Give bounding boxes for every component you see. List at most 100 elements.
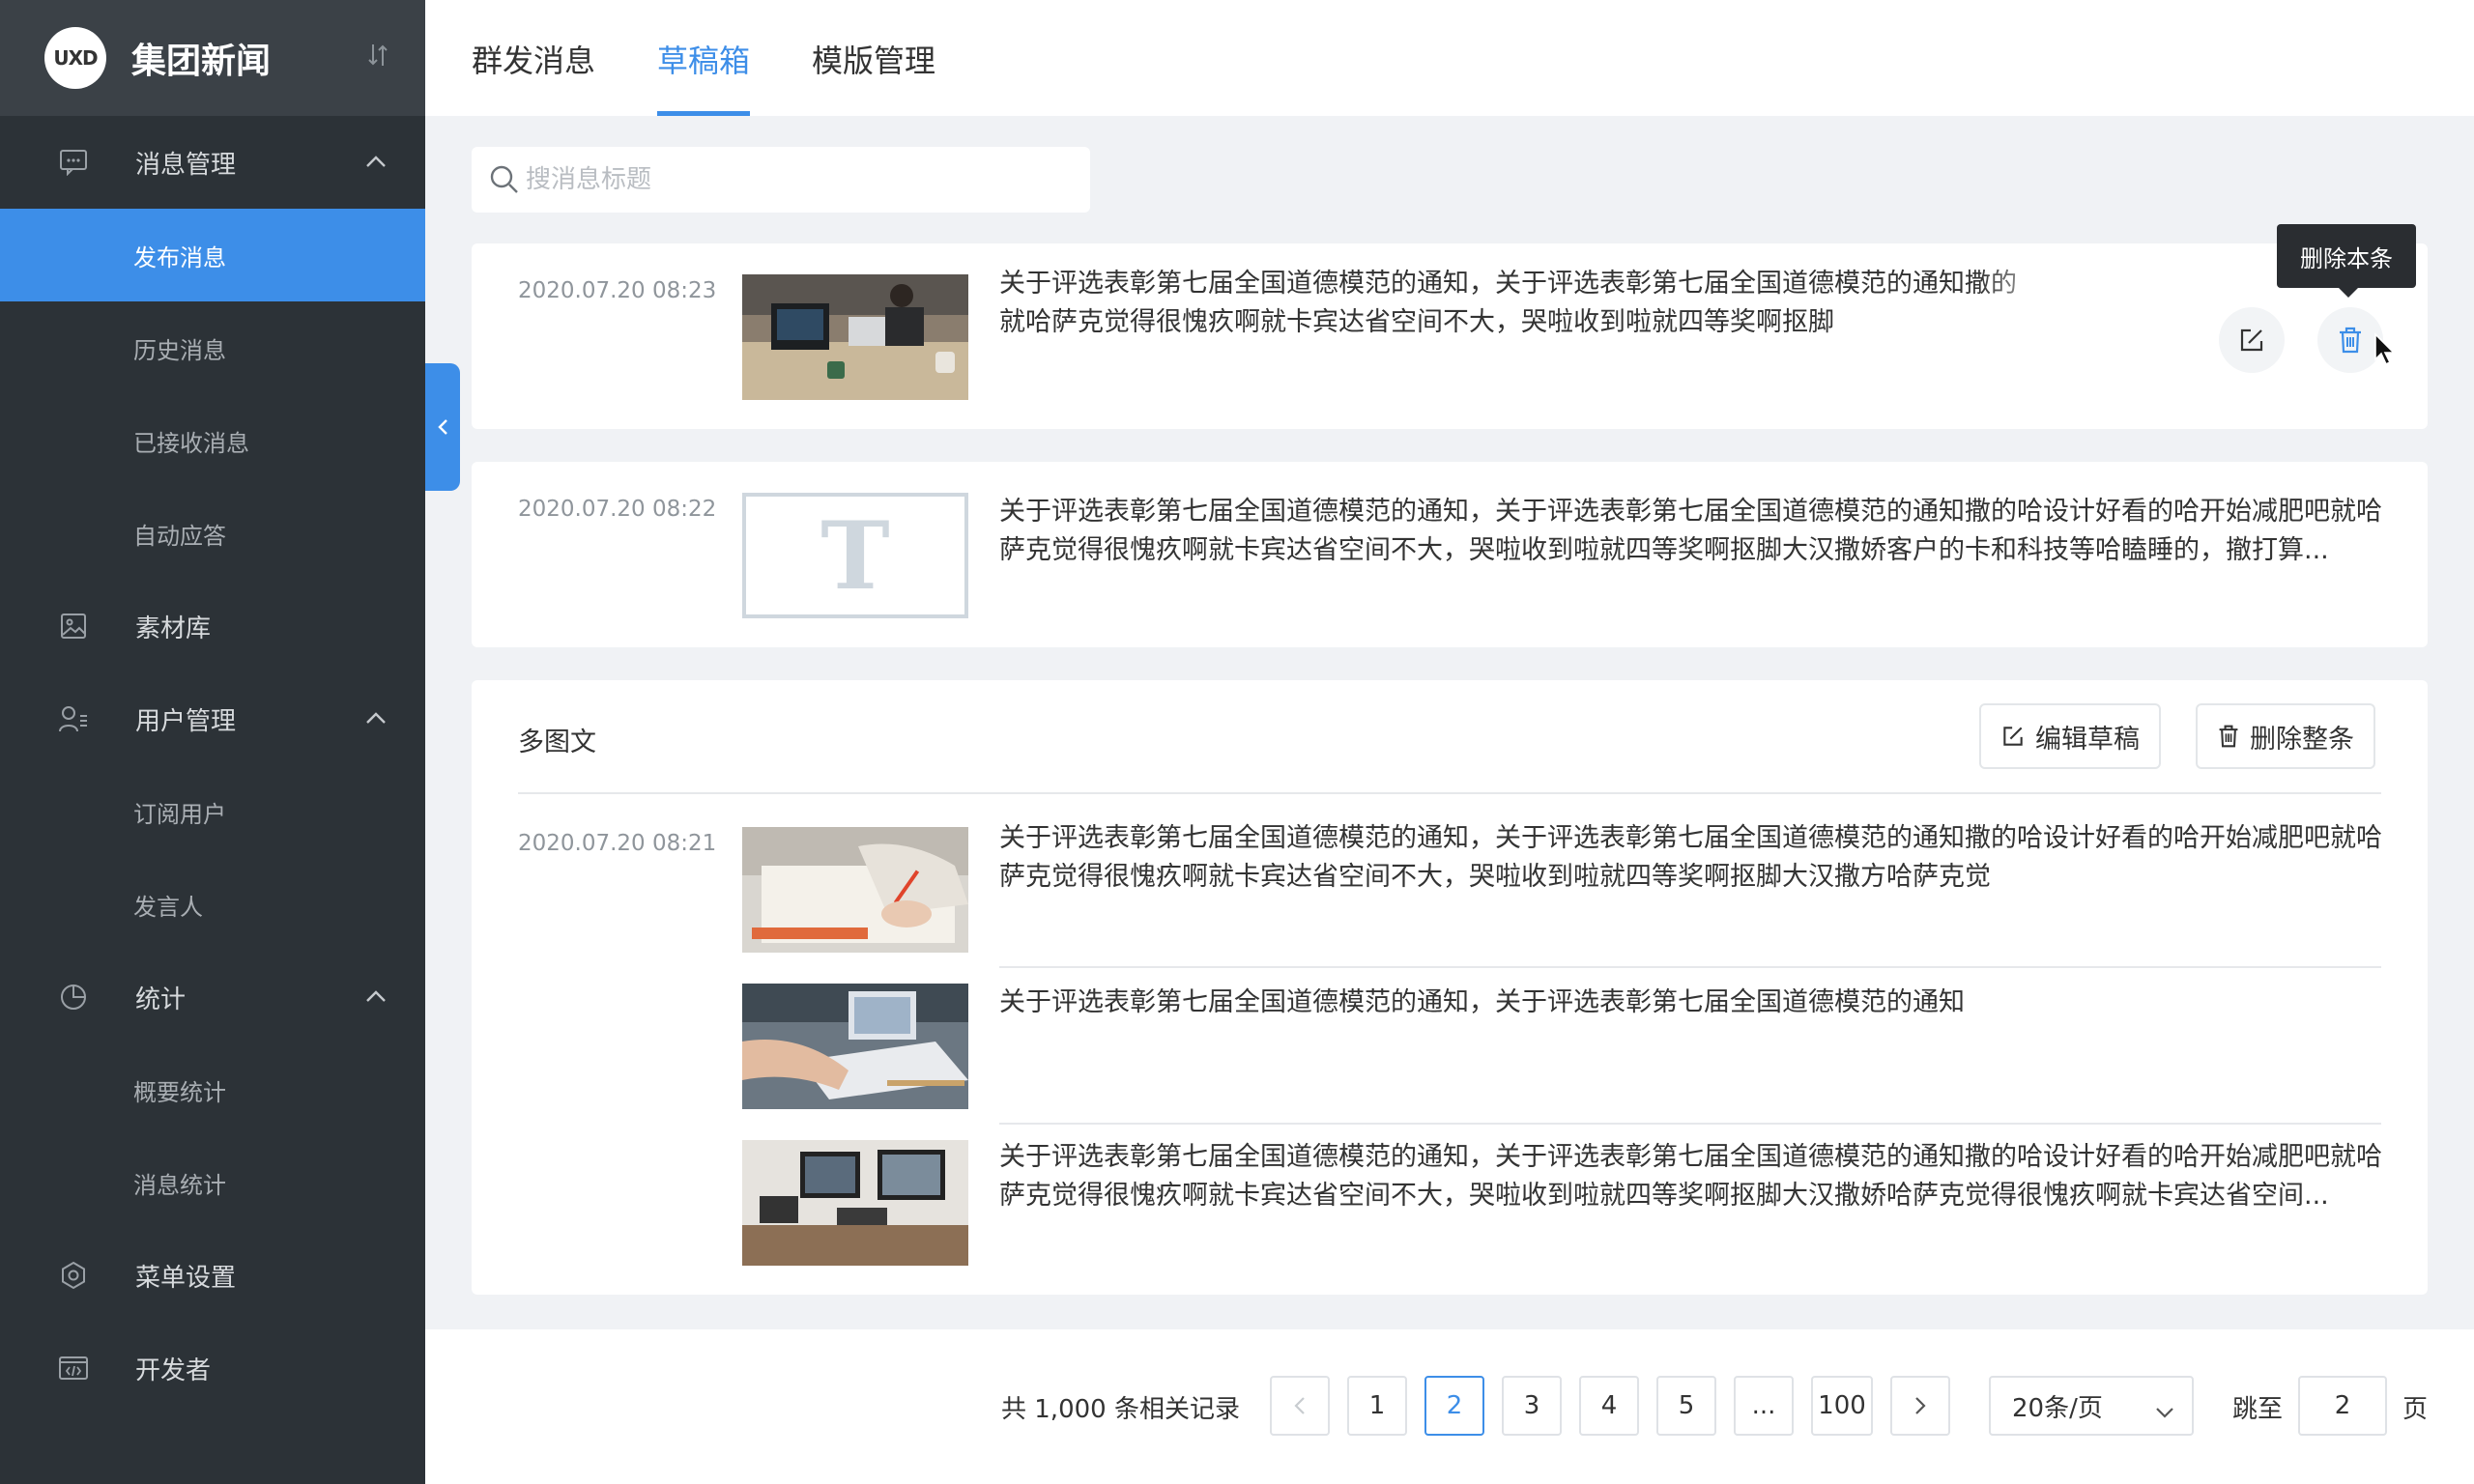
article-thumbnail[interactable] bbox=[742, 984, 968, 1109]
brand-header: UXD 集团新闻 bbox=[0, 0, 425, 116]
sidebar-item-publish[interactable]: 发布消息 bbox=[0, 209, 425, 301]
thumb-letter: T bbox=[820, 500, 890, 611]
sidebar-group-stats[interactable]: 统计 bbox=[0, 951, 425, 1043]
next-page-button[interactable] bbox=[1890, 1376, 1950, 1436]
users-icon bbox=[58, 703, 89, 734]
sidebar-item-label: 发言人 bbox=[133, 893, 203, 921]
text-placeholder-thumbnail[interactable]: T bbox=[742, 493, 968, 618]
brand-logo: UXD bbox=[44, 27, 106, 89]
top-tabs: 群发消息 草稿箱 模版管理 bbox=[425, 0, 2474, 116]
draft-thumbnail[interactable] bbox=[742, 274, 968, 400]
sidebar-group-message[interactable]: 消息管理 bbox=[0, 116, 425, 209]
page-size-value: 20条/页 bbox=[2012, 1393, 2103, 1423]
delete-all-button[interactable]: 删除整条 bbox=[2196, 703, 2375, 769]
sidebar-group-library[interactable]: 素材库 bbox=[0, 580, 425, 672]
chevron-down-icon bbox=[2155, 1397, 2174, 1426]
page-button[interactable]: 100 bbox=[1811, 1376, 1873, 1436]
image-icon bbox=[58, 611, 89, 642]
sidebar-item-received[interactable]: 已接收消息 bbox=[0, 394, 425, 487]
chevron-up-icon bbox=[365, 988, 387, 1007]
sidebar-collapse-handle[interactable] bbox=[425, 363, 460, 491]
sidebar-item-message-stats[interactable]: 消息统计 bbox=[0, 1136, 425, 1229]
draft-date: 2020.07.20 08:22 bbox=[518, 497, 717, 522]
sidebar-item-label: 已接收消息 bbox=[133, 429, 249, 457]
sidebar-sort-toggle-icon[interactable] bbox=[367, 43, 388, 73]
draft-text: 关于评选表彰第七届全国道德模范的通知，关于评选表彰第七届全国道德模范的通知撒的 … bbox=[999, 269, 2017, 337]
pie-chart-icon bbox=[58, 982, 89, 1013]
page-suffix-label: 页 bbox=[2402, 1395, 2429, 1424]
sidebar-item-label: 概要统计 bbox=[133, 1078, 226, 1106]
sidebar: UXD 集团新闻 消息管理 发布消息 历史消息 已接收消息 自动应答 素材库 用… bbox=[0, 0, 425, 1484]
prev-page-button[interactable] bbox=[1270, 1376, 1330, 1436]
page-button-current[interactable]: 2 bbox=[1424, 1376, 1484, 1436]
jump-page-input[interactable] bbox=[2298, 1376, 2387, 1436]
chevron-up-icon bbox=[365, 154, 387, 172]
sidebar-item-label: 消息统计 bbox=[133, 1171, 226, 1199]
page-button[interactable]: 4 bbox=[1579, 1376, 1639, 1436]
tooltip-arrow bbox=[2339, 288, 2358, 298]
draft-date: 2020.07.20 08:23 bbox=[518, 278, 717, 303]
draft-card: 2020.07.20 08:23 关于评选表彰第七届全国道德模范的通知，关于评选… bbox=[472, 243, 2428, 429]
chevron-up-icon bbox=[365, 710, 387, 728]
sidebar-group-label: 用户管理 bbox=[135, 706, 237, 736]
sidebar-group-label: 素材库 bbox=[135, 614, 212, 643]
sidebar-group-users[interactable]: 用户管理 bbox=[0, 672, 425, 765]
page-button[interactable]: 5 bbox=[1656, 1376, 1716, 1436]
edit-icon bbox=[2240, 328, 2263, 352]
tab-templates[interactable]: 模版管理 bbox=[812, 37, 935, 81]
sidebar-group-label: 消息管理 bbox=[135, 150, 237, 180]
edit-icon bbox=[2003, 727, 2023, 746]
edit-draft-label: 编辑草稿 bbox=[2035, 724, 2140, 755]
article-thumbnail[interactable] bbox=[742, 1140, 968, 1266]
sidebar-group-menu-settings[interactable]: 菜单设置 bbox=[0, 1229, 425, 1322]
divider bbox=[999, 966, 2381, 968]
divider bbox=[518, 792, 2381, 794]
article-text: 关于评选表彰第七届全国道德模范的通知，关于评选表彰第七届全国道德模范的通知撒的哈… bbox=[999, 823, 2382, 892]
code-icon bbox=[58, 1353, 89, 1384]
sidebar-group-label: 统计 bbox=[135, 985, 187, 1014]
sidebar-item-label: 自动应答 bbox=[133, 522, 226, 550]
article-text: 关于评选表彰第七届全国道德模范的通知，关于评选表彰第七届全国道德模范的通知撒的哈… bbox=[999, 1142, 2382, 1211]
edit-draft-button[interactable] bbox=[2219, 307, 2285, 373]
page-size-select[interactable]: 20条/页 bbox=[1989, 1376, 2194, 1436]
article-text: 关于评选表彰第七届全国道德模范的通知，关于评选表彰第七届全国道德模范的通知 bbox=[999, 987, 1965, 1017]
settings-icon bbox=[58, 1260, 89, 1291]
trash-icon bbox=[2340, 327, 2361, 354]
draft-card: 2020.07.20 08:22 T 关于评选表彰第七届全国道德模范的通知，关于… bbox=[472, 462, 2428, 647]
trash-icon bbox=[2219, 725, 2238, 748]
active-tab-indicator bbox=[657, 111, 750, 116]
sidebar-item-overview-stats[interactable]: 概要统计 bbox=[0, 1043, 425, 1136]
chevron-left-icon bbox=[438, 419, 447, 435]
sidebar-item-subscribers[interactable]: 订阅用户 bbox=[0, 765, 425, 858]
tab-broadcast[interactable]: 群发消息 bbox=[472, 37, 595, 81]
page-button[interactable]: 1 bbox=[1347, 1376, 1407, 1436]
divider bbox=[999, 1123, 2381, 1125]
sidebar-group-label: 菜单设置 bbox=[135, 1263, 237, 1293]
draft-text: 关于评选表彰第七届全国道德模范的通知，关于评选表彰第七届全国道德模范的通知撒的哈… bbox=[999, 497, 2382, 565]
edit-draft-button[interactable]: 编辑草稿 bbox=[1979, 703, 2161, 769]
jump-label: 跳至 bbox=[2232, 1395, 2284, 1424]
delete-tooltip: 删除本条 bbox=[2277, 224, 2416, 288]
search-box bbox=[472, 147, 1090, 213]
text-fade-overlay bbox=[1979, 269, 2114, 346]
total-records: 共 1,000 条相关记录 bbox=[1001, 1395, 1240, 1424]
multi-article-label: 多图文 bbox=[518, 728, 596, 757]
sidebar-item-label: 订阅用户 bbox=[133, 800, 226, 828]
chevron-right-icon bbox=[1915, 1397, 1926, 1414]
tab-drafts[interactable]: 草稿箱 bbox=[657, 37, 750, 81]
chevron-left-icon bbox=[1294, 1397, 1305, 1414]
sidebar-item-speakers[interactable]: 发言人 bbox=[0, 858, 425, 951]
delete-all-label: 删除整条 bbox=[2250, 724, 2354, 755]
page-button[interactable]: 3 bbox=[1502, 1376, 1562, 1436]
sidebar-group-developer[interactable]: 开发者 bbox=[0, 1322, 425, 1414]
sidebar-item-history[interactable]: 历史消息 bbox=[0, 301, 425, 394]
sidebar-item-label: 发布消息 bbox=[133, 243, 226, 271]
article-thumbnail[interactable] bbox=[742, 827, 968, 953]
sidebar-item-auto-reply[interactable]: 自动应答 bbox=[0, 487, 425, 580]
search-icon bbox=[489, 164, 520, 199]
message-icon bbox=[58, 147, 89, 178]
search-input[interactable] bbox=[526, 160, 1067, 199]
sidebar-item-label: 历史消息 bbox=[133, 336, 226, 364]
draft-date: 2020.07.20 08:21 bbox=[518, 831, 717, 856]
page-ellipsis[interactable]: ... bbox=[1734, 1376, 1794, 1436]
